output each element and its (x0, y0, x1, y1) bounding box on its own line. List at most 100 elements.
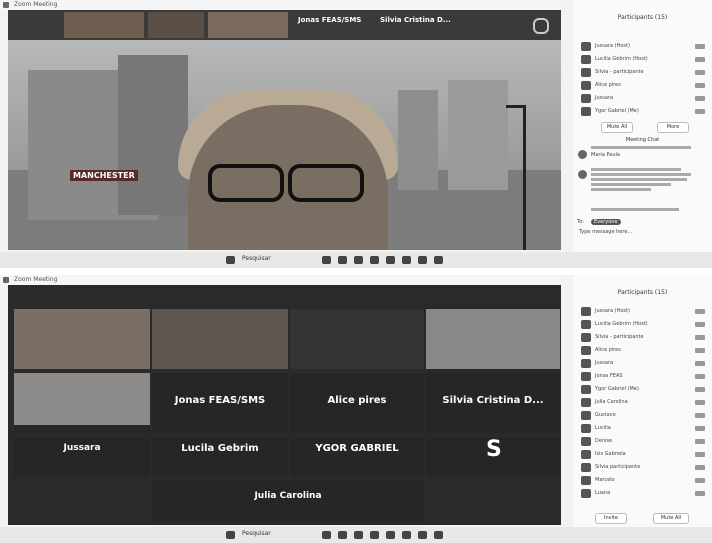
video-tile[interactable] (290, 309, 424, 369)
start-icon[interactable] (226, 256, 235, 264)
chat-message (591, 168, 699, 193)
avatar (581, 489, 591, 498)
more-button[interactable]: More (657, 122, 689, 133)
zoom-app-icon (3, 2, 9, 8)
folder-icon[interactable] (354, 531, 363, 539)
participant-row[interactable]: Alice pires (581, 346, 709, 356)
participant-row[interactable]: Lucilia (581, 424, 709, 434)
video-tile[interactable]: S (426, 437, 560, 477)
participant-thumbnail[interactable] (148, 12, 204, 38)
mic-icon[interactable] (695, 361, 705, 366)
side-panel: Participants (15) Jussara (Host) Lucilia… (573, 275, 712, 527)
chat-message (591, 208, 699, 213)
participant-row[interactable]: Lucilia Gebrim (Host) (581, 320, 709, 330)
taskbar-search[interactable]: Pesquisar (242, 530, 271, 537)
mute-all-button[interactable]: Mute All (653, 513, 689, 524)
participant-row[interactable]: Silvia - participante (581, 333, 709, 343)
video-tile[interactable]: Alice pires (290, 373, 424, 433)
participant-row[interactable]: Jussara (581, 94, 709, 104)
mic-icon[interactable] (695, 400, 705, 405)
participant-row[interactable]: Julia Carolina (581, 398, 709, 408)
invite-button[interactable]: Invite (595, 513, 627, 524)
avatar (581, 437, 591, 446)
participant-row[interactable]: Silvia participante (581, 463, 709, 473)
video-tile[interactable]: Lucila Gebrim (152, 437, 288, 477)
mic-icon[interactable] (695, 309, 705, 314)
app-icon[interactable] (434, 256, 443, 264)
participant-row[interactable]: Denise (581, 437, 709, 447)
mic-icon[interactable] (695, 348, 705, 353)
video-tile[interactable] (14, 309, 150, 369)
mic-icon[interactable] (695, 426, 705, 431)
avatar (581, 398, 591, 407)
participant-row[interactable]: Luana (581, 489, 709, 499)
mic-icon[interactable] (695, 83, 705, 88)
chrome-icon[interactable] (402, 531, 411, 539)
store-icon[interactable] (370, 531, 379, 539)
video-tile[interactable]: Silvia Cristina D... (426, 373, 560, 433)
participant-row[interactable]: Marcelo (581, 476, 709, 486)
avatar (581, 55, 591, 64)
participant-thumbnail[interactable] (208, 12, 288, 38)
start-icon[interactable] (226, 531, 235, 539)
mail-icon[interactable] (386, 531, 395, 539)
participants-title: Participants (15) (617, 289, 668, 296)
mic-icon[interactable] (695, 387, 705, 392)
participant-video (14, 373, 150, 425)
participant-row[interactable]: Silvia - participante (581, 68, 709, 78)
mic-icon[interactable] (695, 413, 705, 418)
mic-icon[interactable] (695, 322, 705, 327)
mic-icon[interactable] (695, 109, 705, 114)
video-tile[interactable]: YGOR GABRIEL (290, 437, 424, 477)
mic-icon[interactable] (695, 57, 705, 62)
mute-all-button[interactable]: Mute All (601, 122, 633, 133)
participant-row[interactable]: Jussara (Host) (581, 42, 709, 52)
zoom-icon[interactable] (418, 531, 427, 539)
folder-icon[interactable] (354, 256, 363, 264)
participant-row[interactable]: Jussara (581, 359, 709, 369)
mic-icon[interactable] (695, 478, 705, 483)
avatar (581, 450, 591, 459)
video-tile[interactable] (426, 309, 560, 369)
video-tile[interactable] (14, 373, 150, 433)
video-tile[interactable]: Jussara (14, 437, 150, 477)
mic-icon[interactable] (695, 374, 705, 379)
active-speaker-view: Jonas FEAS/SMS Silvia Cristina D... MANC… (8, 10, 561, 250)
edge-icon[interactable] (338, 256, 347, 264)
view-toggle-icon[interactable] (533, 18, 549, 34)
mic-icon[interactable] (695, 452, 705, 457)
task-view-icon[interactable] (322, 531, 331, 539)
mic-icon[interactable] (695, 491, 705, 496)
mic-icon[interactable] (695, 465, 705, 470)
mic-icon[interactable] (695, 44, 705, 49)
participant-row[interactable]: Ygor Gabriel (Me) (581, 385, 709, 395)
store-icon[interactable] (370, 256, 379, 264)
avatar (581, 424, 591, 433)
participant-row[interactable]: Alice pires (581, 81, 709, 91)
participant-video (426, 309, 560, 369)
zoom-icon[interactable] (418, 256, 427, 264)
mic-icon[interactable] (695, 335, 705, 340)
participant-row[interactable]: Ygor Gabriel (Me) (581, 107, 709, 117)
participant-row[interactable]: Gustavo (581, 411, 709, 421)
video-tile[interactable]: Jonas FEAS/SMS (152, 373, 288, 433)
participant-row[interactable]: Jonas FEAS (581, 372, 709, 382)
participant-row[interactable]: Isis Gabriela (581, 450, 709, 460)
app-icon[interactable] (434, 531, 443, 539)
edge-icon[interactable] (338, 531, 347, 539)
chat-input[interactable]: Type message here... (579, 229, 632, 235)
avatar (581, 476, 591, 485)
video-tile[interactable]: Julia Carolina (152, 481, 424, 521)
video-tile[interactable] (152, 309, 288, 369)
chrome-icon[interactable] (402, 256, 411, 264)
task-view-icon[interactable] (322, 256, 331, 264)
participant-row[interactable]: Lucilia Gebrim (Host) (581, 55, 709, 65)
participant-thumbnail[interactable] (64, 12, 144, 38)
taskbar-search[interactable]: Pesquisar (242, 255, 271, 262)
participant-row[interactable]: Jussara (Host) (581, 307, 709, 317)
mic-icon[interactable] (695, 96, 705, 101)
mic-icon[interactable] (695, 70, 705, 75)
mail-icon[interactable] (386, 256, 395, 264)
mic-icon[interactable] (695, 439, 705, 444)
recipient-chip[interactable]: Everyone (591, 219, 621, 225)
